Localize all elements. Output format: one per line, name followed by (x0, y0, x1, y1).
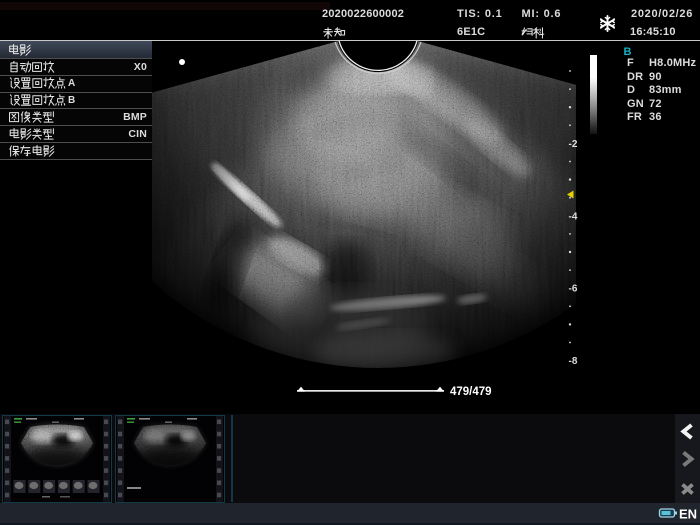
svg-text:EN: EN (679, 507, 697, 522)
svg-text:-4: -4 (569, 211, 578, 222)
svg-text:479/479: 479/479 (450, 386, 492, 398)
svg-text:-2: -2 (569, 139, 578, 150)
svg-text:-6: -6 (569, 284, 578, 295)
svg-text:-8: -8 (569, 356, 578, 367)
